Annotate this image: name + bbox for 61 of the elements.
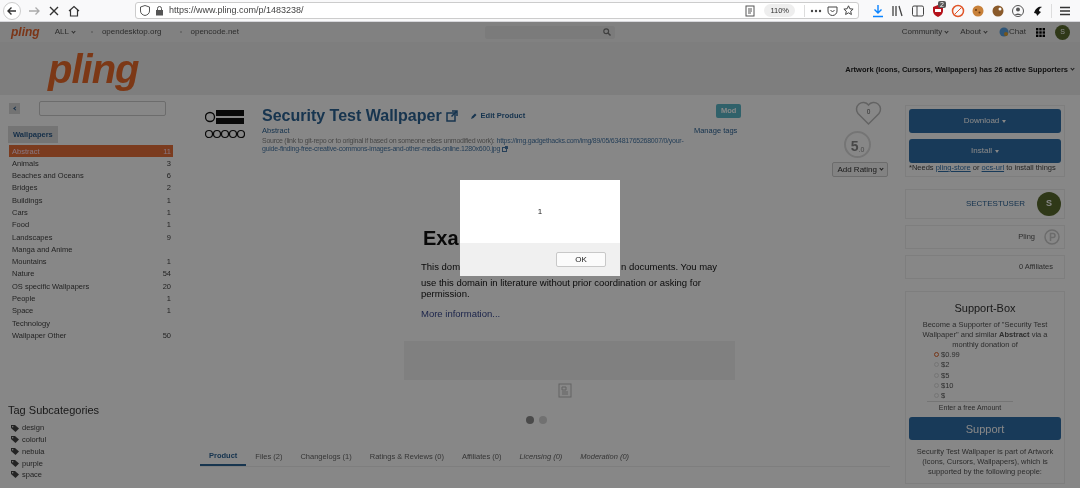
user-avatar[interactable]: S <box>1037 192 1061 216</box>
install-button[interactable]: Install <box>909 139 1061 163</box>
nav-dropdown[interactable]: Community <box>901 26 949 38</box>
account-icon[interactable] <box>1011 3 1025 18</box>
chat-icon <box>999 27 1010 37</box>
reader-icon <box>745 4 756 17</box>
nav-link[interactable]: opendesktop.org <box>101 26 162 38</box>
heart-icon <box>855 101 882 126</box>
download-icon[interactable] <box>871 3 885 18</box>
sidebar-icon[interactable] <box>911 3 925 18</box>
back-icon[interactable] <box>3 1 21 20</box>
external-link-icon <box>445 110 458 122</box>
caret-icon <box>994 149 999 153</box>
collapse-button[interactable] <box>9 103 20 114</box>
ok-button[interactable]: OK <box>556 252 606 267</box>
caret-icon <box>1002 119 1007 123</box>
radio-button[interactable] <box>934 352 939 358</box>
add-rating-button[interactable]: Add Rating <box>832 162 888 177</box>
preview-text: This dom <box>421 261 461 272</box>
support-box-title: Support-Box <box>954 301 1016 316</box>
shield-icon <box>140 5 150 16</box>
search-field[interactable] <box>484 25 615 39</box>
preview-text: use this domain in literature without prior coordination or asking for <box>421 277 702 288</box>
preview-text: permission. <box>421 288 471 299</box>
tag-icon <box>11 436 19 444</box>
home-icon[interactable] <box>67 3 81 18</box>
product-title: Security Test Wallpaper <box>262 107 442 125</box>
search-icon <box>602 28 611 36</box>
tag-icon <box>11 447 19 455</box>
pencil-icon <box>469 112 477 120</box>
chat-link[interactable]: Chat <box>1009 26 1026 38</box>
tag-icon <box>11 424 19 432</box>
more-icon <box>810 8 822 13</box>
external-link-icon <box>502 146 509 153</box>
nav-dropdown[interactable]: About <box>960 26 988 38</box>
preview-heading: Exa <box>423 227 460 249</box>
lock-icon <box>155 5 164 16</box>
cookie-icon[interactable] <box>971 3 985 18</box>
menu-dropdown[interactable]: ALL <box>54 26 75 38</box>
star-icon <box>843 5 854 16</box>
tag-icon <box>11 471 19 479</box>
support-button[interactable]: Support <box>909 417 1061 441</box>
broken-image-icon <box>558 383 572 398</box>
logo[interactable]: pling <box>8 26 43 38</box>
cookie-icon[interactable] <box>991 3 1005 18</box>
more-information-link[interactable]: More information... <box>421 308 501 319</box>
username-link[interactable]: SECTESTUSER <box>965 198 1025 210</box>
logo[interactable]: pling <box>48 48 139 89</box>
download-button[interactable]: Download <box>909 109 1061 133</box>
pling-icon <box>1044 229 1060 245</box>
library-icon[interactable] <box>891 3 905 18</box>
nav-link[interactable]: opencode.net <box>190 26 239 38</box>
section-title: Tag Subcategories <box>8 402 101 418</box>
pocket-icon <box>827 5 838 16</box>
apps-grid-icon <box>1036 27 1045 37</box>
alert-message: 1 <box>537 205 543 218</box>
preview-text: n documents. You may <box>621 261 718 272</box>
url-text: https://www.pling.com/p/1483238/ <box>169 3 304 17</box>
search-field[interactable] <box>39 101 166 116</box>
tag-icon <box>11 459 19 467</box>
shield-extension-icon[interactable] <box>931 3 945 18</box>
